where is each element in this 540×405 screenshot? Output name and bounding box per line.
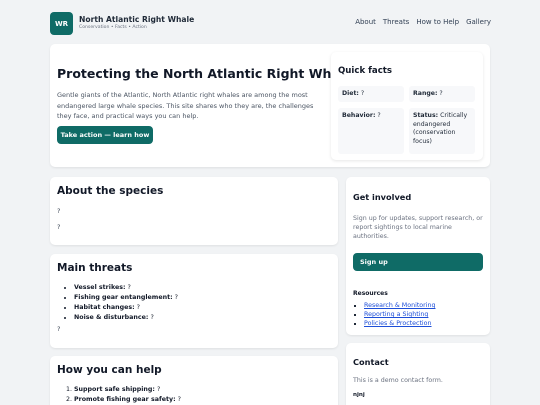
list-item: Reporting a Sighting <box>364 310 435 319</box>
site-title[interactable]: North Atlantic Right Whale <box>79 15 194 24</box>
main-nav: About Threats How to Help Gallery <box>355 18 491 26</box>
contact-card: Contact This is a demo contact form. njn… <box>346 343 490 405</box>
help-list: Support safe shipping: ? Promote fishing… <box>74 385 181 405</box>
about-section: About the species ? ? <box>50 177 338 245</box>
threats-footer: ? <box>57 325 61 333</box>
about-line-2: ? <box>57 223 61 231</box>
list-item: Fishing gear entanglement: ? <box>74 293 178 303</box>
quick-facts-title: Quick facts <box>338 66 393 76</box>
site-tagline: Conservation • Facts • Action <box>79 25 147 30</box>
resources-list: Research & Monitoring Reporting a Sighti… <box>364 301 435 328</box>
logo-badge[interactable]: WR <box>50 12 73 35</box>
resource-link-reporting[interactable]: Reporting a Sighting <box>364 311 428 318</box>
list-item: Research & Monitoring <box>364 301 435 310</box>
list-item: Vessel strikes: ? <box>74 283 178 293</box>
hero-title: Protecting the North Atlantic Right Whal… <box>57 66 353 81</box>
fact-range: Range: ? <box>409 86 475 102</box>
list-item: Noise & disturbance: ? <box>74 313 178 323</box>
list-item: Policies & Proctection <box>364 319 435 328</box>
get-involved-title: Get involved <box>353 192 412 202</box>
help-title: How you can help <box>57 364 162 376</box>
sign-up-button[interactable]: Sign up <box>353 253 483 271</box>
help-section: How you can help Support safe shipping: … <box>50 356 338 405</box>
nav-how-to-help[interactable]: How to Help <box>416 18 459 26</box>
about-title: About the species <box>57 185 164 197</box>
get-involved-card: Get involved Sign up for updates, suppor… <box>346 177 490 335</box>
nav-about[interactable]: About <box>355 18 376 26</box>
quick-facts-card: Quick facts Diet: ? Range: ? Behavior: ?… <box>331 52 483 160</box>
contact-title: Contact <box>353 357 389 367</box>
contact-text: This is a demo contact form. <box>353 377 443 384</box>
threats-title: Main threats <box>57 262 133 274</box>
fact-behavior: Behavior: ? <box>338 108 404 154</box>
threats-section: Main threats Vessel strikes: ? Fishing g… <box>50 254 338 348</box>
fact-status: Status: Critically endangered (conservat… <box>409 108 475 154</box>
take-action-button[interactable]: Take action — learn how <box>57 126 153 144</box>
list-item: Support safe shipping: ? <box>74 385 181 395</box>
nav-gallery[interactable]: Gallery <box>466 18 491 26</box>
resource-link-research[interactable]: Research & Monitoring <box>364 302 435 309</box>
hero-description: Gentle giants of the Atlantic, North Atl… <box>57 91 314 120</box>
get-involved-text: Sign up for updates, support research, o… <box>353 215 483 240</box>
site-header: WR North Atlantic Right Whale Conservati… <box>0 0 540 42</box>
list-item: Habitat changes: ? <box>74 303 178 313</box>
fact-diet: Diet: ? <box>338 86 404 102</box>
threats-list: Vessel strikes: ? Fishing gear entanglem… <box>74 283 178 323</box>
contact-field-label: njnj <box>353 392 365 398</box>
list-item: Promote fishing gear safety: ? <box>74 395 181 405</box>
nav-threats[interactable]: Threats <box>383 18 409 26</box>
about-line-1: ? <box>57 207 61 215</box>
resources-label: Resources <box>353 290 388 297</box>
resource-link-policies[interactable]: Policies & Proctection <box>364 320 432 327</box>
